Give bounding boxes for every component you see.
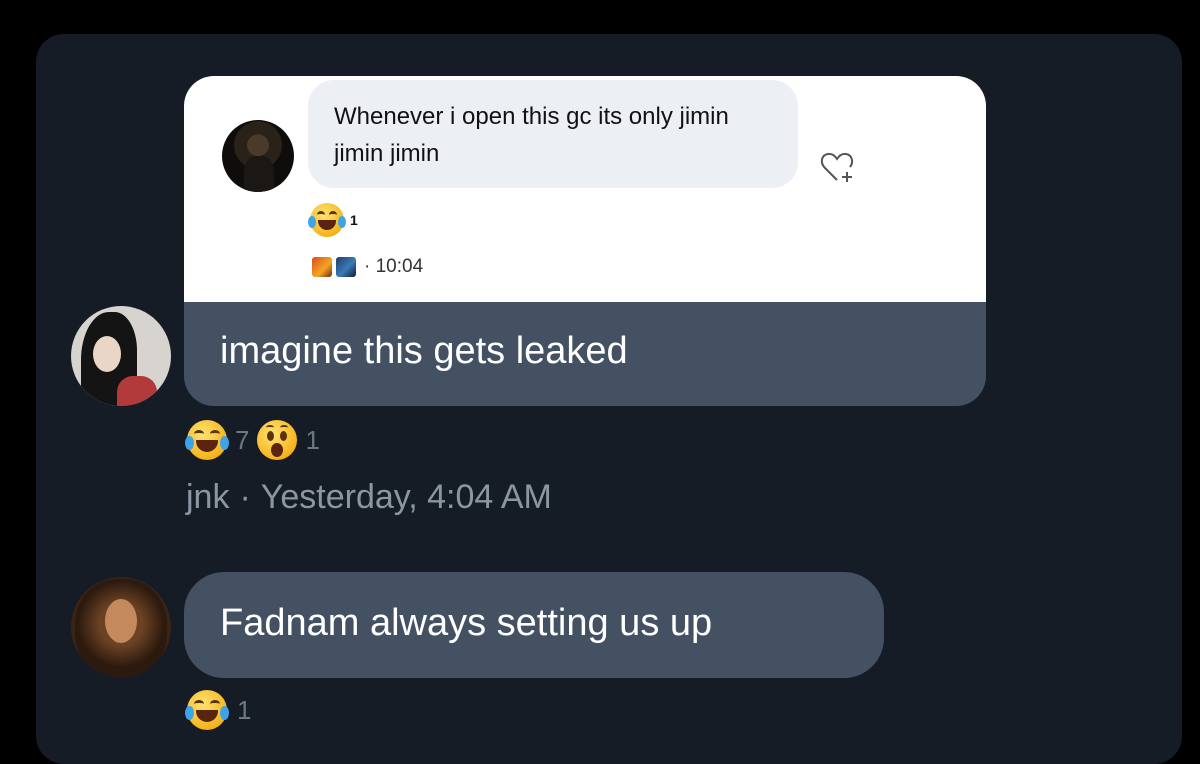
- laugh-cry-icon[interactable]: [185, 690, 229, 730]
- reaction-count: 7: [235, 424, 250, 455]
- astonished-icon[interactable]: [257, 420, 298, 460]
- quoted-message-text: Whenever i open this gc its only jimin j…: [334, 103, 729, 167]
- read-receipt-avatar: [336, 257, 356, 277]
- read-receipt-avatar: [312, 257, 332, 277]
- laugh-cry-icon: [308, 203, 346, 237]
- quoted-message-bubble[interactable]: Whenever i open this gc its only jimin j…: [308, 80, 798, 188]
- quoted-message-card[interactable]: Whenever i open this gc its only jimin j…: [184, 76, 986, 302]
- message-reactions[interactable]: 7 1: [185, 420, 320, 460]
- message-meta: jnk · Yesterday, 4:04 AM: [186, 478, 552, 517]
- message-text: imagine this gets leaked: [220, 330, 628, 372]
- quoted-reaction[interactable]: 1: [308, 202, 358, 238]
- message-bubble[interactable]: Fadnam always setting us up: [184, 572, 884, 678]
- quoted-sender-avatar[interactable]: [222, 120, 294, 192]
- sender-avatar[interactable]: [71, 577, 171, 677]
- sender-avatar-jnk[interactable]: [71, 306, 171, 406]
- quoted-reaction-count: 1: [350, 212, 358, 228]
- message-timestamp: Yesterday, 4:04 AM: [260, 478, 552, 516]
- sender-name: jnk: [186, 478, 230, 516]
- reaction-count: 1: [305, 424, 320, 455]
- reaction-count: 1: [237, 694, 252, 725]
- meta-separator: ·: [239, 478, 251, 516]
- message-text: Fadnam always setting us up: [220, 602, 713, 644]
- quoted-read-receipts: · 10:04: [312, 256, 423, 278]
- message-reactions[interactable]: 1: [185, 690, 252, 730]
- message-bubble[interactable]: imagine this gets leaked: [184, 302, 986, 406]
- laugh-cry-icon[interactable]: [185, 420, 229, 460]
- add-reaction-heart-icon[interactable]: [820, 150, 856, 184]
- quoted-timestamp: · 10:04: [364, 256, 424, 277]
